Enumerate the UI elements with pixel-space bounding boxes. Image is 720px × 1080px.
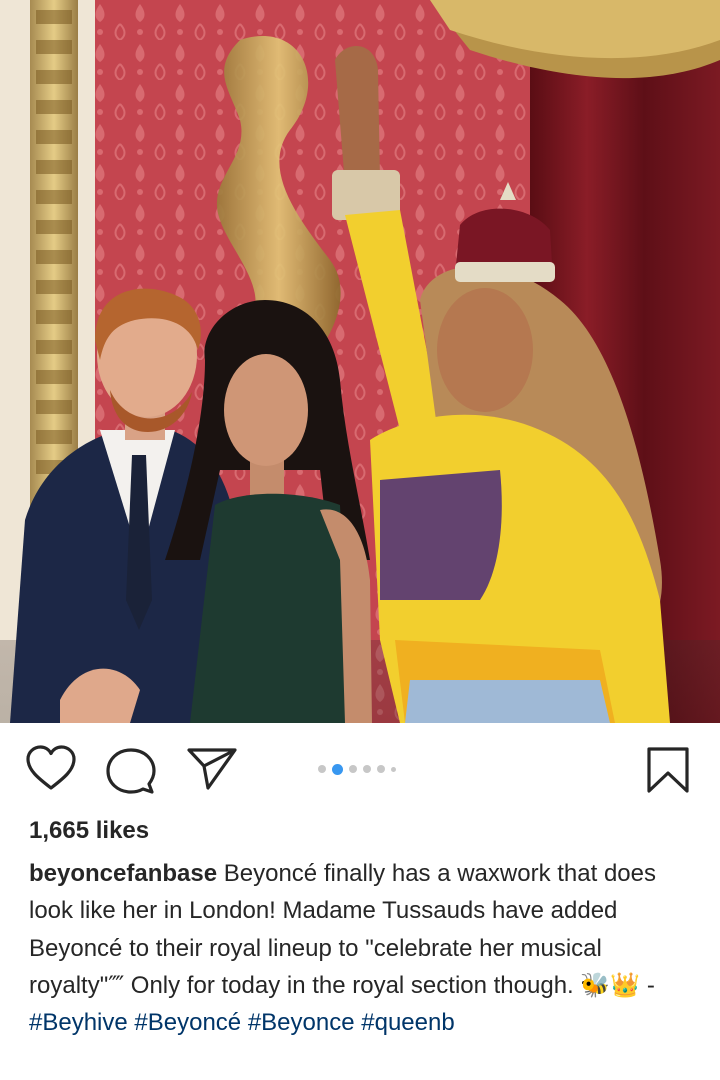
comment-icon[interactable] — [106, 747, 156, 800]
carousel-dot — [391, 766, 396, 772]
post-photo[interactable] — [0, 0, 720, 723]
post-action-bar — [0, 723, 720, 815]
carousel-dot — [318, 765, 326, 773]
carousel-dot — [377, 765, 385, 773]
post-photo-illustration — [0, 0, 720, 723]
caption-username[interactable]: beyoncefanbase — [29, 860, 217, 887]
post-caption: beyoncefanbase Beyoncé finally has a wax… — [29, 855, 699, 1041]
hashtag-link[interactable]: #Beyonce — [248, 1009, 355, 1036]
paper-plane-icon[interactable] — [186, 747, 238, 796]
carousel-dot — [349, 765, 357, 773]
caption-separator: - — [646, 971, 655, 999]
carousel-dot — [363, 765, 371, 773]
hashtag-link[interactable]: #Beyoncé — [134, 1009, 241, 1036]
instagram-post: 1,665 likes beyoncefanbase Beyoncé final… — [0, 0, 720, 1080]
likes-count[interactable]: 1,665 likes — [29, 817, 149, 845]
caption-emojis: 🐝👑 — [580, 970, 641, 999]
carousel-dot-active — [332, 763, 343, 775]
carousel-indicator — [318, 763, 396, 775]
bookmark-icon[interactable] — [646, 746, 690, 799]
hashtag-link[interactable]: #Beyhive — [29, 1009, 128, 1036]
hashtag-link[interactable]: #queenb — [361, 1009, 454, 1036]
heart-icon[interactable] — [26, 745, 76, 796]
